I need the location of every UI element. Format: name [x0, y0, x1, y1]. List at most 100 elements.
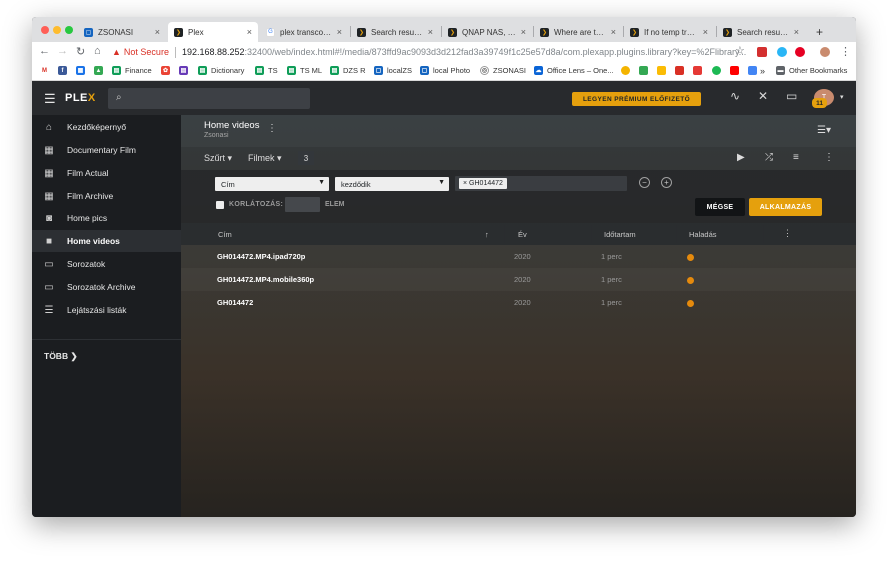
- cancel-button[interactable]: MÉGSE: [695, 198, 745, 216]
- home-icon[interactable]: ⌂: [94, 45, 101, 57]
- tag-remove-icon[interactable]: ×: [463, 180, 467, 187]
- pinterest-icon[interactable]: [795, 47, 805, 57]
- sidebar-item-home-pics[interactable]: ◙ Home pics: [32, 207, 181, 229]
- tab-search-results-2[interactable]: ❯ Search results fo ×: [717, 22, 805, 42]
- apply-button[interactable]: ALKALMAZÁS: [749, 198, 822, 216]
- browser-menu-icon[interactable]: ⋮: [840, 45, 851, 58]
- shuffle-icon[interactable]: ⤮: [765, 152, 773, 163]
- sidebar-item-kezdokepernyo[interactable]: ⌂ Kezdőképernyő: [32, 116, 181, 138]
- toolbar-more-icon[interactable]: ⋮: [824, 152, 834, 163]
- tab-close-icon[interactable]: ×: [337, 27, 342, 37]
- bookmark-zsonasi[interactable]: ◎ ZSONASI: [480, 66, 526, 75]
- close-window-icon[interactable]: [41, 26, 49, 34]
- library-more-icon[interactable]: ⋮: [267, 123, 277, 134]
- tab-close-icon[interactable]: ×: [521, 27, 526, 37]
- sidebar-item-documentary-film[interactable]: ▦ Documentary Film: [32, 139, 181, 161]
- bookmark-dzs-r[interactable]: ▤ DZS R: [330, 66, 366, 75]
- bookmark-app-icon[interactable]: [639, 66, 648, 75]
- remove-filter-icon[interactable]: −: [639, 177, 650, 188]
- chevron-down-icon[interactable]: ▾: [840, 93, 844, 101]
- sidebar-item-lejatszasi-listak[interactable]: ☰ Lejátszási listák: [32, 299, 181, 321]
- add-filter-icon[interactable]: +: [661, 177, 672, 188]
- back-arrow-icon[interactable]: ←: [39, 45, 50, 57]
- column-header-duration[interactable]: Időtartam: [604, 230, 636, 239]
- bookmark-gmail[interactable]: M: [40, 66, 53, 75]
- table-row[interactable]: GH014472 2020 1 perc: [181, 291, 856, 314]
- tab-close-icon[interactable]: ×: [247, 27, 252, 37]
- bookmark-star-icon[interactable]: ☆: [735, 44, 745, 57]
- tab-no-temp[interactable]: ❯ If no temp trans ×: [624, 22, 714, 42]
- tab-close-icon[interactable]: ×: [794, 27, 799, 37]
- tab-plex[interactable]: ❯ Plex ×: [168, 22, 258, 42]
- bookmark-ts[interactable]: ▤ TS: [255, 66, 278, 75]
- bookmark-localzs[interactable]: ▢ localZS: [374, 66, 412, 75]
- add-to-queue-icon[interactable]: ≡: [793, 152, 799, 163]
- table-row[interactable]: GH014472.MP4.ipad720p 2020 1 perc: [181, 245, 856, 268]
- minimize-window-icon[interactable]: [53, 26, 61, 34]
- tab-close-icon[interactable]: ×: [703, 27, 708, 37]
- column-header-year[interactable]: Év: [518, 230, 527, 239]
- reload-icon[interactable]: ↻: [76, 45, 85, 58]
- tab-close-icon[interactable]: ×: [155, 27, 160, 37]
- bookmark-dictionary[interactable]: ▤ Dictionary: [198, 66, 244, 75]
- other-bookmarks[interactable]: ▬ Other Bookmarks: [776, 66, 847, 75]
- notification-badge[interactable]: 11: [812, 98, 827, 108]
- tab-google-search[interactable]: G plex transcoding ×: [260, 22, 348, 42]
- filter-value-input[interactable]: × GH014472: [455, 176, 627, 191]
- bookmark-local-photo[interactable]: ▢ local Photo: [420, 66, 470, 75]
- bookmark-ts-ml[interactable]: ▤ TS ML: [287, 66, 322, 75]
- profile-avatar-icon[interactable]: [820, 47, 830, 57]
- column-header-progress[interactable]: Haladás: [689, 230, 717, 239]
- new-tab-button[interactable]: +: [810, 22, 830, 42]
- filter-operator-select[interactable]: kezdődik ▼: [335, 177, 449, 191]
- extension-blue-icon[interactable]: [777, 47, 787, 57]
- columns-more-icon[interactable]: ⋮: [783, 228, 792, 239]
- column-header-title[interactable]: Cím: [218, 230, 232, 239]
- table-row[interactable]: GH014472.MP4.mobile360p 2020 1 perc: [181, 268, 856, 291]
- filter-field-select[interactable]: Cím ▼: [215, 177, 329, 191]
- row-title[interactable]: GH014472.MP4.ipad720p: [217, 252, 305, 261]
- tab-zsonasi[interactable]: ▢ ZSONASI ×: [78, 22, 166, 42]
- play-icon[interactable]: ▶: [737, 152, 745, 163]
- limit-checkbox[interactable]: [216, 201, 224, 209]
- bookmark-office-lens[interactable]: ☁ Office Lens – One...: [534, 66, 614, 75]
- tab-qnap-nas[interactable]: ❯ QNAP NAS, usin ×: [442, 22, 532, 42]
- type-dropdown[interactable]: Filmek ▾: [248, 153, 282, 164]
- search-input[interactable]: ⌕: [108, 88, 310, 109]
- extension-red-icon[interactable]: [757, 47, 767, 57]
- more-button[interactable]: TÖBB ❯: [44, 351, 78, 362]
- bookmark-app-icon[interactable]: [675, 66, 684, 75]
- bookmarks-overflow-icon[interactable]: »: [760, 66, 765, 76]
- tab-close-icon[interactable]: ×: [428, 27, 433, 37]
- bookmark-calendar[interactable]: ▦: [76, 66, 89, 75]
- row-title[interactable]: GH014472: [217, 298, 253, 307]
- tab-search-results[interactable]: ❯ Search results fo ×: [351, 22, 439, 42]
- hamburger-menu-icon[interactable]: ☰: [44, 91, 56, 107]
- limit-input[interactable]: [285, 197, 320, 212]
- premium-button[interactable]: LEGYEN PRÉMIUM ELŐFIZETŐ: [572, 92, 701, 106]
- sidebar-item-film-archive[interactable]: ▦ Film Archive: [32, 185, 181, 207]
- spotify-icon[interactable]: [712, 66, 721, 75]
- bookmark-app-icon[interactable]: [748, 66, 757, 75]
- maximize-window-icon[interactable]: [65, 26, 73, 34]
- activity-icon[interactable]: ∿: [730, 89, 740, 103]
- bookmark-app-icon[interactable]: [621, 66, 630, 75]
- bookmark-finance[interactable]: ▤ Finance: [112, 66, 152, 75]
- sidebar-item-home-videos[interactable]: ■ Home videos: [32, 230, 181, 252]
- filter-dropdown[interactable]: Szűrt ▾: [204, 153, 232, 164]
- sort-ascending-icon[interactable]: ↑: [485, 230, 489, 239]
- bookmark-app-icon[interactable]: [693, 66, 702, 75]
- sidebar-item-sorozatok-archive[interactable]: ▭ Sorozatok Archive: [32, 276, 181, 298]
- youtube-icon[interactable]: [730, 66, 739, 75]
- bookmark-facebook[interactable]: f: [58, 66, 71, 75]
- tab-where-are[interactable]: ❯ Where are the t ×: [534, 22, 622, 42]
- settings-tools-icon[interactable]: ✕: [758, 89, 768, 103]
- cast-icon[interactable]: ▭: [786, 89, 797, 103]
- bookmark-photos[interactable]: ✿: [161, 66, 174, 75]
- bookmark-app-icon[interactable]: [657, 66, 666, 75]
- sidebar-item-sorozatok[interactable]: ▭ Sorozatok: [32, 253, 181, 275]
- bookmark-drive[interactable]: ▲: [94, 66, 107, 75]
- bookmark-forms[interactable]: ▤: [179, 66, 192, 75]
- url-field[interactable]: ▲ Not Secure 192.168.88.252 :32400/web/i…: [112, 44, 752, 60]
- row-title[interactable]: GH014472.MP4.mobile360p: [217, 275, 314, 284]
